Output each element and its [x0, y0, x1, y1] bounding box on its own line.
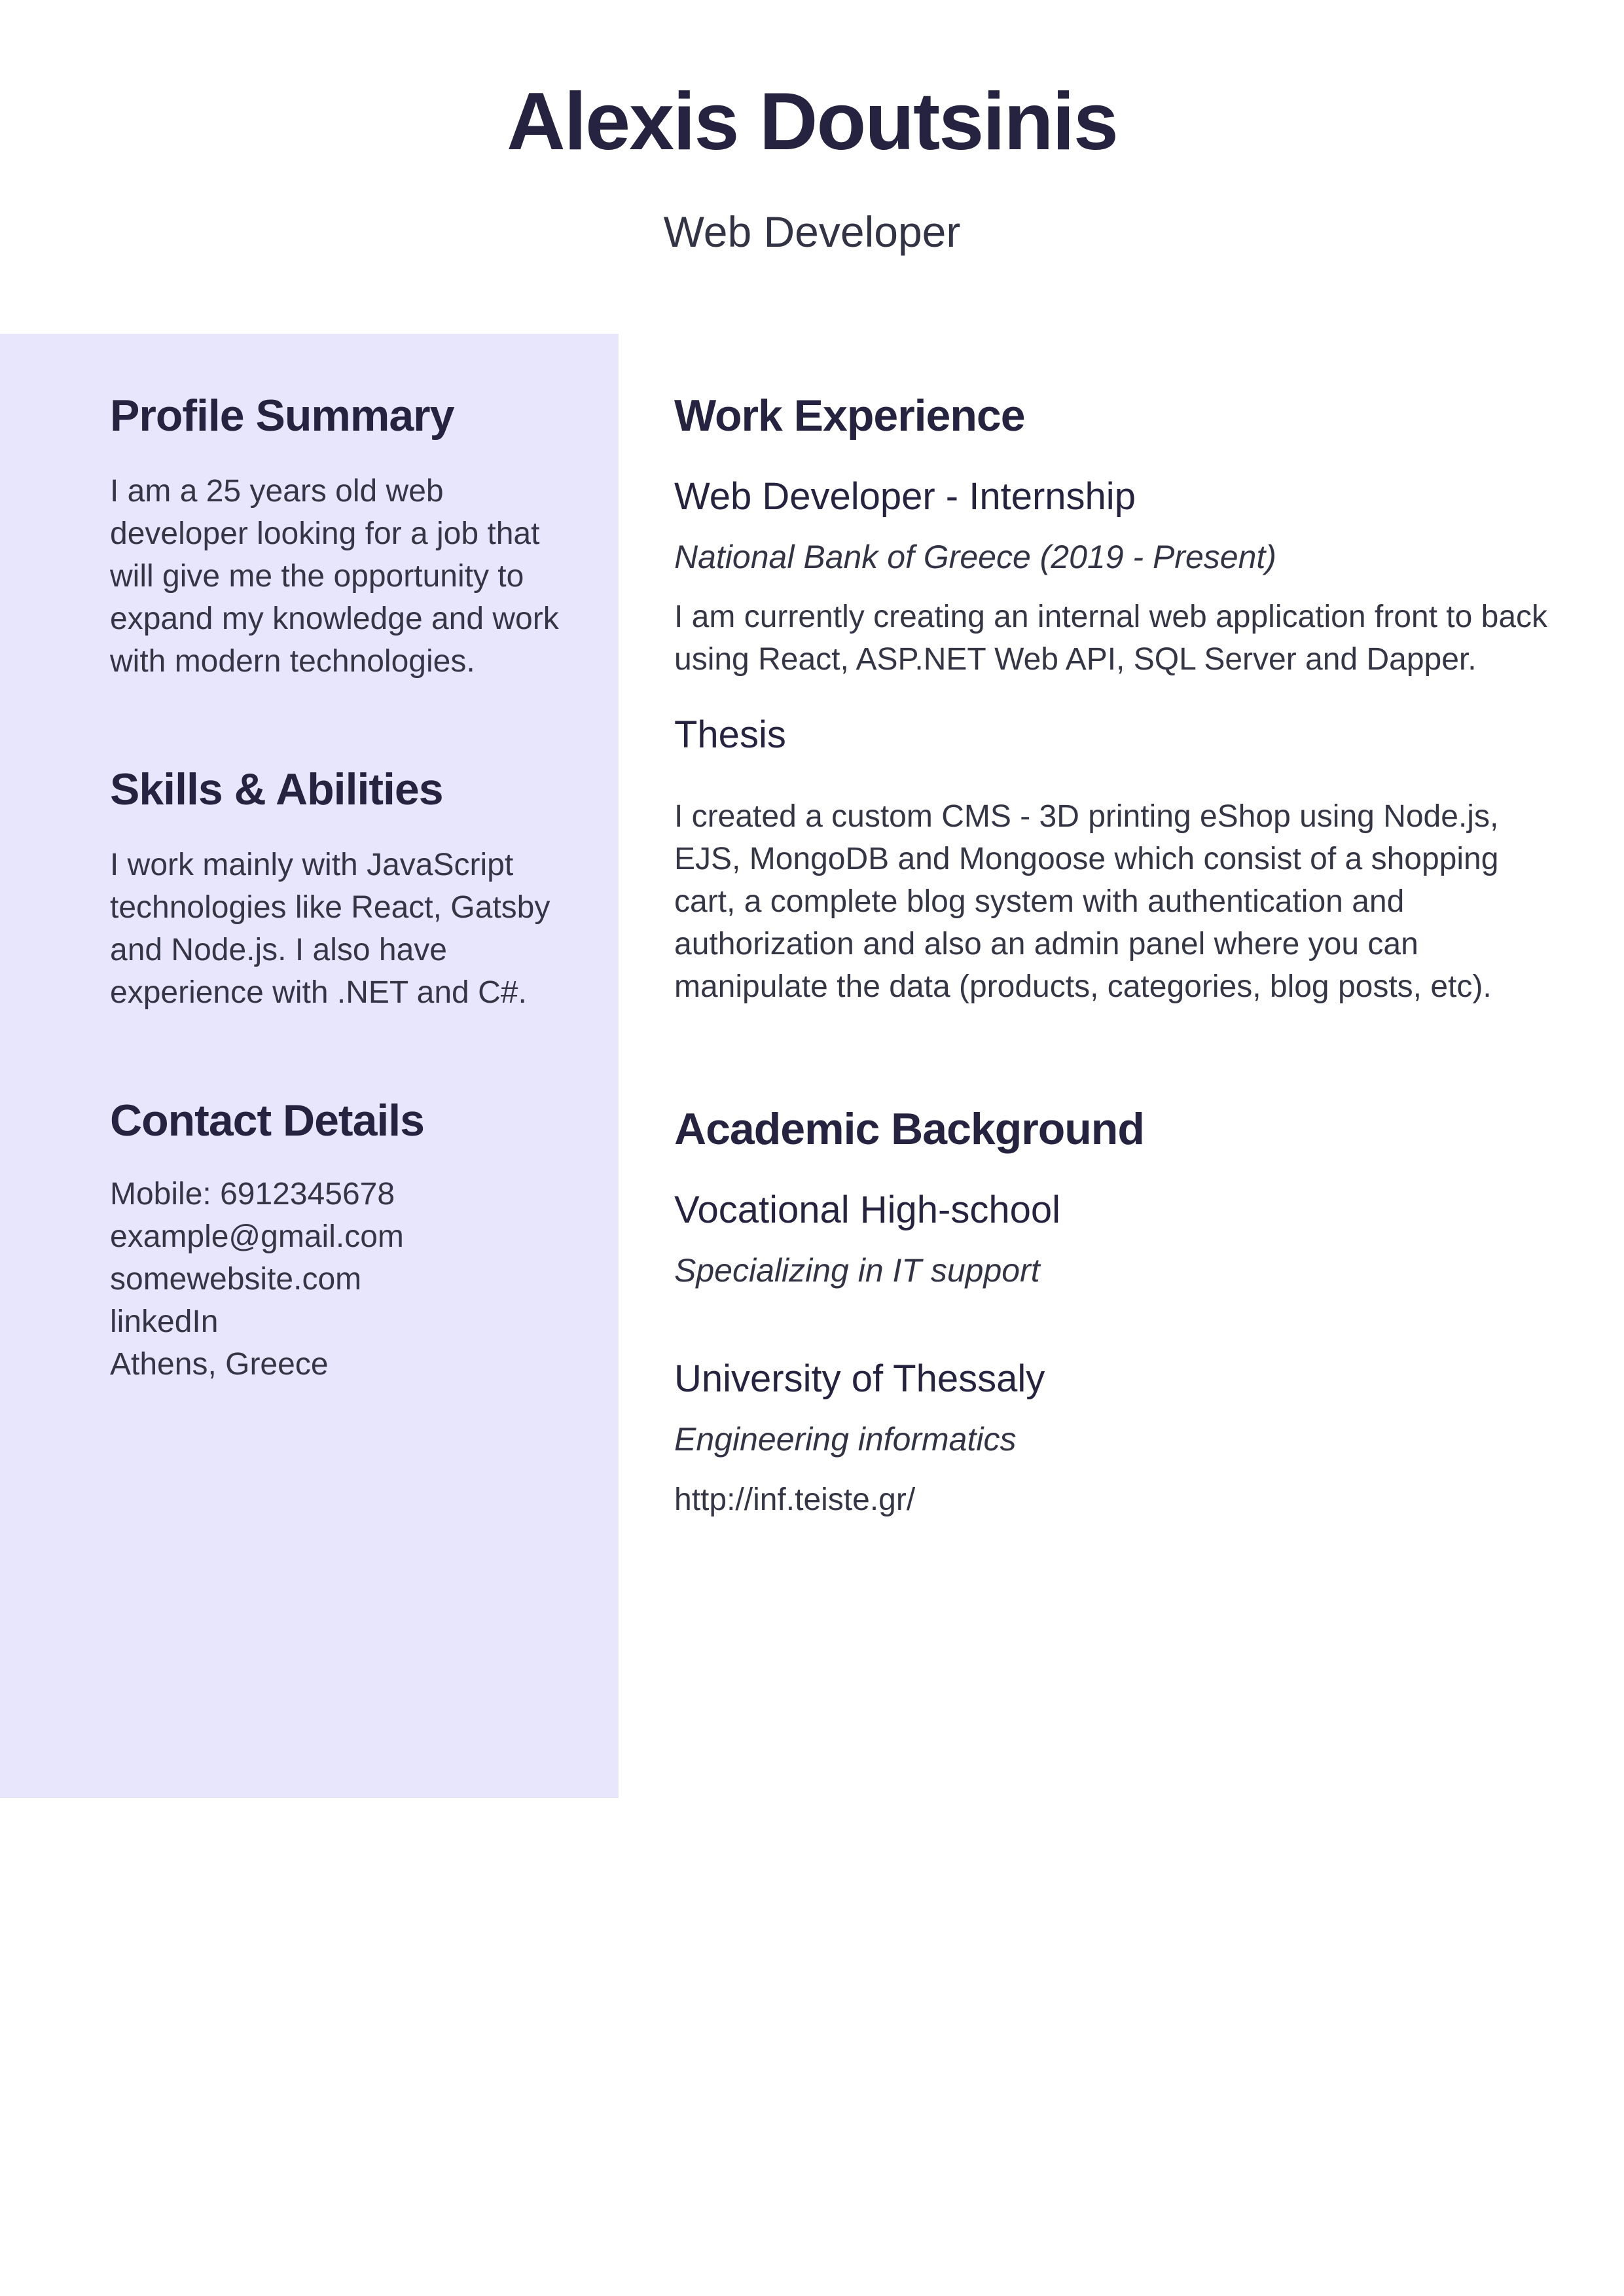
school-2-detail: Engineering informatics	[674, 1421, 1017, 1458]
contact-title: Contact Details	[110, 1096, 425, 1146]
candidate-role: Web Developer	[663, 207, 961, 256]
contact-email[interactable]: example@gmail.com	[110, 1215, 575, 1258]
job-description: I am currently creating an internal web …	[674, 600, 1548, 677]
contact-section: Contact Details Mobile: 6912345678 examp…	[110, 1095, 575, 1385]
skills-text: I work mainly with JavaScript technologi…	[110, 848, 550, 1011]
profile-summary-text: I am a 25 years old web developer lookin…	[110, 474, 559, 679]
school-2-name: University of Thessaly	[674, 1357, 1045, 1401]
thesis-text: I created a custom CMS - 3D printing eSh…	[674, 799, 1499, 1005]
school-1-name: Vocational High-school	[674, 1189, 1061, 1232]
profile-summary-title: Profile Summary	[110, 391, 454, 440]
academic-section: Academic Background Vocational High-scho…	[674, 1103, 1551, 1521]
contact-linkedin[interactable]: linkedIn	[110, 1300, 575, 1343]
contact-location: Athens, Greece	[110, 1346, 329, 1382]
main-content: Work Experience Web Developer - Internsh…	[674, 390, 1551, 1521]
job-title: Web Developer - Internship	[674, 475, 1136, 518]
school-2-link[interactable]: http://inf.teiste.gr/	[674, 1479, 1551, 1521]
skills-title: Skills & Abilities	[110, 764, 444, 815]
school-1-detail: Specializing in IT support	[674, 1251, 1040, 1289]
academic-title: Academic Background	[674, 1104, 1145, 1155]
contact-list: Mobile: 6912345678 example@gmail.com som…	[110, 1173, 575, 1386]
contact-mobile: Mobile: 6912345678	[110, 1176, 395, 1211]
contact-website[interactable]: somewebsite.com	[110, 1258, 575, 1300]
thesis-title: Thesis	[674, 713, 786, 757]
candidate-name: Alexis Doutsinis	[507, 77, 1119, 167]
resume-header: Alexis Doutsinis Web Developer	[0, 0, 1624, 334]
job-company: National Bank of Greece (2019 - Present)	[674, 538, 1276, 575]
sidebar: Profile Summary I am a 25 years old web …	[0, 334, 619, 1798]
work-experience-title: Work Experience	[674, 391, 1026, 440]
skills-section: Skills & Abilities I work mainly with Ja…	[110, 764, 575, 1014]
profile-summary-section: Profile Summary I am a 25 years old web …	[110, 390, 575, 683]
sidebar-content: Profile Summary I am a 25 years old web …	[110, 390, 575, 1386]
work-experience-section: Work Experience Web Developer - Internsh…	[674, 390, 1551, 1008]
